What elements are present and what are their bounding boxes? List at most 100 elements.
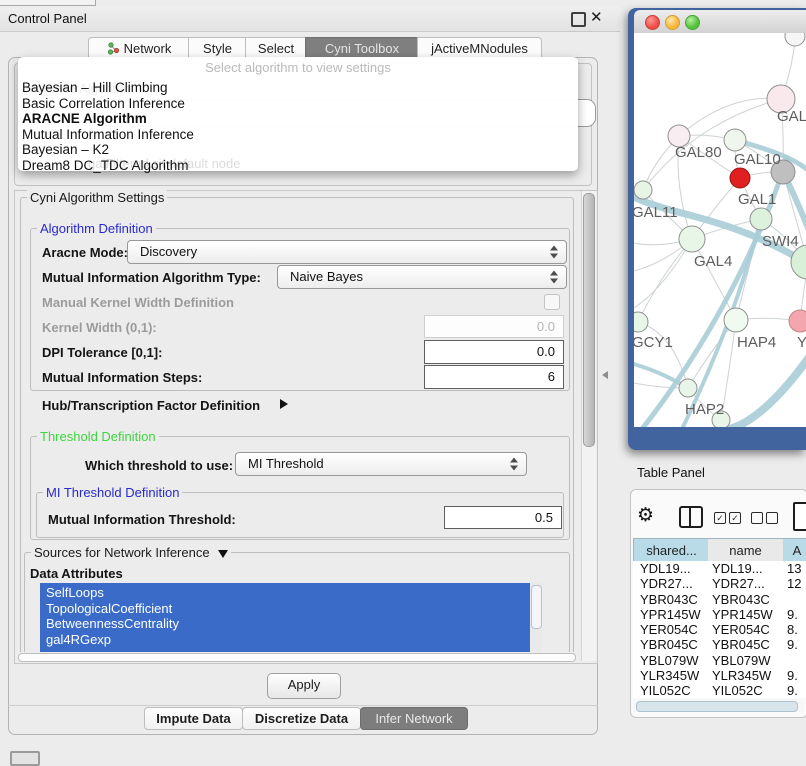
column-header-partial[interactable]: A bbox=[783, 538, 806, 562]
dropdown-item[interactable]: Dream8 DC_TDC Algorithm bbox=[22, 158, 574, 174]
tab-infer-network-label: Infer Network bbox=[375, 711, 452, 726]
attributes-scrollbar-thumb[interactable] bbox=[531, 585, 542, 629]
data-attributes-label: Data Attributes bbox=[30, 566, 123, 581]
attribute-list-item[interactable]: SelfLoops bbox=[40, 585, 530, 601]
table-row[interactable]: YBL079WYBL079W bbox=[633, 653, 806, 668]
mi-steps-value: 6 bbox=[548, 369, 555, 384]
tab-select[interactable]: Select bbox=[245, 37, 307, 58]
table-row[interactable]: YPR145WYPR145W9. bbox=[633, 607, 806, 622]
unchecked-checkbox-icon[interactable] bbox=[751, 512, 763, 524]
network-edge[interactable] bbox=[638, 239, 692, 322]
table-hscrollbar-thumb[interactable] bbox=[636, 701, 798, 712]
which-threshold-value: MI Threshold bbox=[248, 456, 324, 471]
table-cell: YER054C bbox=[708, 622, 783, 637]
expand-arrow-icon[interactable] bbox=[280, 399, 288, 409]
network-node[interactable] bbox=[634, 312, 648, 332]
mi-threshold-label: Mutual Information Threshold: bbox=[48, 512, 236, 527]
column-header-name[interactable]: name bbox=[708, 538, 784, 562]
network-node-label: GAL bbox=[777, 108, 806, 125]
network-edge[interactable] bbox=[692, 239, 736, 320]
column-header-label: name bbox=[729, 543, 762, 558]
mac-close-icon[interactable] bbox=[645, 15, 660, 30]
network-node[interactable] bbox=[791, 245, 806, 279]
tab-cyni-toolbox[interactable]: Cyni Toolbox bbox=[305, 37, 419, 58]
network-node[interactable] bbox=[679, 379, 697, 397]
document-icon[interactable] bbox=[793, 502, 806, 531]
mac-zoom-icon[interactable] bbox=[685, 15, 700, 30]
mi-type-value: Naive Bayes bbox=[290, 269, 363, 284]
settings-hscrollbar-thumb[interactable] bbox=[18, 653, 576, 662]
manual-kernel-checkbox[interactable] bbox=[544, 294, 560, 310]
dropdown-placeholder: Select algorithm to view settings bbox=[18, 60, 578, 75]
mi-threshold-input[interactable]: 0.5 bbox=[444, 506, 562, 529]
table-panel-title: Table Panel bbox=[637, 465, 705, 480]
algorithm-definition-legend: Algorithm Definition bbox=[37, 221, 156, 236]
mac-minimize-icon[interactable] bbox=[665, 15, 680, 30]
algorithm-dropdown-popup: Inference Algorithm galFiltered.sif defa… bbox=[18, 57, 578, 171]
network-node-label: GAL1 bbox=[738, 191, 776, 208]
close-icon[interactable]: ✕ bbox=[590, 8, 603, 26]
network-window-titlebar[interactable] bbox=[634, 10, 806, 34]
dpi-tolerance-input[interactable]: 0.0 bbox=[424, 340, 564, 364]
table-row[interactable]: YBR045CYBR045C9. bbox=[633, 637, 806, 652]
splitter-arrow-icon[interactable] bbox=[602, 371, 608, 379]
table-row[interactable]: YDL19...YDL19...13 bbox=[633, 561, 806, 576]
network-node[interactable] bbox=[679, 226, 705, 252]
table-row[interactable]: YIL052CYIL052C9. bbox=[633, 683, 806, 698]
tab-style[interactable]: Style bbox=[188, 37, 247, 58]
dropdown-item[interactable]: Basic Correlation Inference bbox=[22, 96, 574, 112]
settings-scrollbar-thumb[interactable] bbox=[583, 193, 595, 447]
network-node[interactable] bbox=[750, 208, 772, 230]
table-cell: 9. bbox=[783, 668, 806, 683]
table-row[interactable]: YER054CYER054C8. bbox=[633, 622, 806, 637]
dropdown-item[interactable]: Mutual Information Inference bbox=[22, 127, 574, 143]
checked-checkbox-icon[interactable]: ✓ bbox=[714, 512, 726, 524]
kernel-width-input[interactable]: 0.0 bbox=[424, 315, 564, 338]
table-row[interactable]: YDR27...YDR27...12 bbox=[633, 576, 806, 591]
dpi-tolerance-label: DPI Tolerance [0,1]: bbox=[42, 345, 162, 360]
network-canvas[interactable]: GALGAL80GAL10GAL1GAL11SWI4GAL4GCY1HAP4YH… bbox=[634, 33, 806, 427]
network-node[interactable] bbox=[785, 33, 805, 46]
dropdown-item[interactable]: Bayesian – Hill Climbing bbox=[22, 80, 574, 96]
unchecked-checkbox-icon[interactable] bbox=[766, 512, 778, 524]
table-cell: YBL079W bbox=[708, 653, 783, 668]
tab-jactivemnodules[interactable]: jActiveMNodules bbox=[417, 37, 542, 58]
columns-icon[interactable] bbox=[679, 506, 703, 528]
checked-checkbox-icon[interactable]: ✓ bbox=[729, 512, 741, 524]
network-node[interactable] bbox=[724, 308, 748, 332]
attribute-list-item[interactable]: gal4RGexp bbox=[40, 632, 530, 648]
tab-network[interactable]: Network bbox=[88, 37, 190, 58]
network-node[interactable] bbox=[634, 181, 652, 199]
float-window-button[interactable] bbox=[571, 12, 586, 27]
table-cell: YBL079W bbox=[633, 653, 708, 668]
mi-steps-input[interactable]: 6 bbox=[424, 365, 564, 389]
kernel-width-label: Kernel Width (0,1): bbox=[42, 320, 157, 335]
attribute-list-item[interactable]: TopologicalCoefficient bbox=[40, 601, 530, 617]
collapse-arrow-icon[interactable] bbox=[218, 550, 228, 558]
network-node-label: Y bbox=[797, 334, 806, 351]
data-attributes-list[interactable]: SelfLoopsTopologicalCoefficientBetweenne… bbox=[40, 583, 530, 653]
which-threshold-label: Which threshold to use: bbox=[85, 458, 233, 473]
aracne-mode-combobox[interactable]: Discovery bbox=[127, 240, 567, 264]
mi-type-combobox[interactable]: Naive Bayes bbox=[277, 265, 567, 289]
table-row[interactable]: YBR043CYBR043C bbox=[633, 592, 806, 607]
tab-infer-network[interactable]: Infer Network bbox=[360, 707, 468, 730]
network-node[interactable] bbox=[730, 168, 750, 188]
column-header-shared-name[interactable]: shared... bbox=[633, 538, 710, 562]
attributes-scrollbar-track[interactable] bbox=[530, 583, 542, 651]
tab-impute-data[interactable]: Impute Data bbox=[144, 707, 243, 730]
which-threshold-combobox[interactable]: MI Threshold bbox=[235, 452, 527, 476]
gear-icon[interactable]: ⚙ bbox=[637, 504, 654, 528]
tab-discretize-data[interactable]: Discretize Data bbox=[242, 707, 361, 730]
dropdown-item[interactable]: Bayesian – K2 bbox=[22, 142, 574, 158]
network-edge-highlighted[interactable] bbox=[729, 353, 806, 427]
network-node[interactable] bbox=[724, 129, 746, 151]
table-row[interactable]: YLR345WYLR345W9. bbox=[633, 668, 806, 683]
apply-button[interactable]: Apply bbox=[267, 673, 341, 699]
table-cell: YDR27... bbox=[633, 576, 708, 591]
network-node[interactable] bbox=[789, 310, 806, 332]
panel-collapse-handle[interactable] bbox=[10, 751, 40, 766]
dropdown-item[interactable]: ARACNE Algorithm bbox=[22, 111, 574, 127]
attribute-list-item[interactable]: BetweennessCentrality bbox=[40, 616, 530, 632]
node-table-body[interactable]: YDL19...YDL19...13YDR27...YDR27...12YBR0… bbox=[633, 561, 806, 698]
